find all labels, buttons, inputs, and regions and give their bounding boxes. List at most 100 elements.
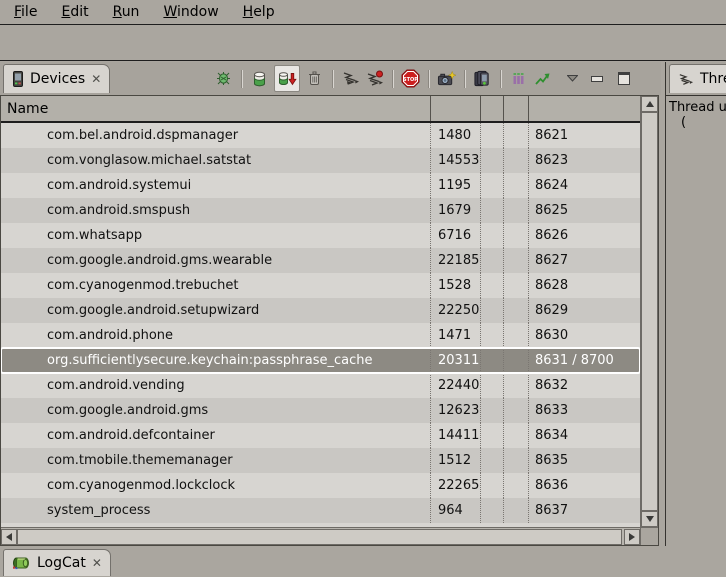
table-row[interactable]: com.google.android.gms126238633	[1, 398, 640, 423]
device-phone-icon	[12, 71, 24, 87]
cell-port: 8637	[529, 498, 640, 523]
horizontal-scroll-thumb[interactable]	[17, 529, 622, 545]
cell-c4	[504, 423, 529, 448]
column-header-port[interactable]	[529, 96, 640, 121]
threads-tabbar: Threads	[666, 62, 726, 95]
cell-port: 8623	[529, 148, 640, 173]
column-header-4[interactable]	[504, 96, 529, 121]
cell-pid: 20311	[431, 348, 481, 373]
cell-c4	[504, 248, 529, 273]
table-row[interactable]: com.android.vending224408632	[1, 373, 640, 398]
gc-icon[interactable]	[305, 68, 324, 89]
dump-hprof-icon[interactable]	[274, 65, 300, 92]
method-profiling-icon[interactable]	[365, 68, 384, 89]
cell-c3	[481, 423, 504, 448]
menu-item-file[interactable]: File	[2, 4, 49, 20]
cell-pid: 22185	[431, 248, 481, 273]
table-row[interactable]: system_process9648637	[1, 498, 640, 523]
minimize-icon[interactable]	[591, 76, 603, 82]
cell-port: 8626	[529, 223, 640, 248]
cell-c4	[504, 373, 529, 398]
logcat-icon	[12, 556, 31, 570]
view-hierarchy-icon[interactable]	[473, 68, 492, 89]
cell-c4	[504, 398, 529, 423]
scroll-down-icon[interactable]	[641, 511, 658, 527]
bottom-tab-strip: LogCat ✕	[0, 546, 726, 577]
cell-port: 8632	[529, 373, 640, 398]
cell-name: com.android.defcontainer	[1, 423, 431, 448]
scroll-right-icon[interactable]	[624, 529, 640, 545]
debug-attach-icon[interactable]	[214, 68, 233, 89]
opengl-trace-icon[interactable]	[533, 68, 552, 89]
close-icon[interactable]: ✕	[92, 557, 102, 569]
cell-name: com.tmobile.thememanager	[1, 448, 431, 473]
cell-pid: 964	[431, 498, 481, 523]
cell-c4	[504, 148, 529, 173]
table-row[interactable]: com.tmobile.thememanager15128635	[1, 448, 640, 473]
stop-icon[interactable]: STOP	[401, 68, 420, 89]
svg-text:STOP: STOP	[403, 77, 418, 83]
close-icon[interactable]: ✕	[91, 73, 101, 85]
table-row[interactable]: com.android.smspush16798625	[1, 198, 640, 223]
scroll-left-icon[interactable]	[1, 529, 17, 545]
menu-item-help[interactable]: Help	[231, 4, 287, 20]
threads-message-line1: Thread up	[666, 100, 726, 115]
tab-threads[interactable]: Threads	[669, 64, 726, 93]
cell-c4	[504, 123, 529, 148]
cell-name: com.google.android.setupwizard	[1, 298, 431, 323]
heap-update-icon[interactable]	[250, 68, 269, 89]
cell-port: 8629	[529, 298, 640, 323]
cell-c3	[481, 248, 504, 273]
table-row[interactable]: com.android.systemui11958624	[1, 173, 640, 198]
cell-c4	[504, 473, 529, 498]
view-menu-icon[interactable]	[567, 75, 578, 82]
devices-view: Devices ✕	[0, 62, 661, 546]
horizontal-scrollbar[interactable]	[1, 527, 640, 545]
cell-port: 8628	[529, 273, 640, 298]
cell-port: 8633	[529, 398, 640, 423]
vertical-scroll-thumb[interactable]	[641, 112, 658, 511]
cell-port: 8631 / 8700	[529, 348, 640, 373]
empty-toolbar-strip	[0, 26, 726, 61]
screenshot-icon[interactable]	[437, 68, 456, 89]
menu-item-edit[interactable]: Edit	[49, 4, 100, 20]
table-row-selected[interactable]: org.sufficientlysecure.keychain:passphra…	[1, 348, 640, 373]
vertical-scrollbar[interactable]	[640, 96, 658, 527]
tab-threads-label: Threads	[700, 71, 726, 87]
table-row[interactable]: com.cyanogenmod.trebuchet1528 8628	[1, 273, 640, 298]
cell-pid: 1528	[431, 273, 481, 298]
column-header-3[interactable]	[481, 96, 504, 121]
scroll-up-icon[interactable]	[641, 96, 658, 112]
cell-pid: 1480	[431, 123, 481, 148]
column-header-name[interactable]: Name	[1, 96, 431, 121]
table-row[interactable]: com.bel.android.dspmanager14808621	[1, 123, 640, 148]
cell-pid: 14553	[431, 148, 481, 173]
table-row[interactable]: com.whatsapp67168626	[1, 223, 640, 248]
cell-pid: 1195	[431, 173, 481, 198]
table-row[interactable]: com.google.android.gms.wearable221858627	[1, 248, 640, 273]
scrollbar-corner	[640, 527, 658, 545]
maximize-icon[interactable]	[618, 72, 630, 85]
device-rows: com.bel.android.dspmanager14808621com.vo…	[1, 123, 640, 527]
cell-name: com.whatsapp	[1, 223, 431, 248]
menu-item-window[interactable]: Window	[151, 4, 230, 20]
tab-devices[interactable]: Devices ✕	[3, 64, 110, 93]
menu-item-run[interactable]: Run	[101, 4, 152, 20]
table-row[interactable]: com.android.phone14718630	[1, 323, 640, 348]
cell-name: com.cyanogenmod.trebuchet	[1, 273, 431, 298]
systrace-icon[interactable]	[509, 68, 528, 89]
table-row[interactable]: com.vonglasow.michael.satstat145538623	[1, 148, 640, 173]
table-row[interactable]: com.android.defcontainer144118634	[1, 423, 640, 448]
toolbar-separator	[428, 70, 429, 88]
table-row[interactable]: com.google.android.setupwizard222508629	[1, 298, 640, 323]
cell-c4	[504, 173, 529, 198]
cell-port: 8636	[529, 473, 640, 498]
cell-c3	[481, 398, 504, 423]
column-header-pid[interactable]	[431, 96, 481, 121]
cell-name: com.cyanogenmod.lockclock	[1, 473, 431, 498]
threads-message: Thread up (	[666, 95, 726, 546]
tab-logcat[interactable]: LogCat ✕	[3, 549, 111, 576]
update-threads-icon[interactable]	[341, 68, 360, 89]
tab-logcat-label: LogCat	[37, 555, 86, 571]
table-row[interactable]: com.cyanogenmod.lockclock222658636	[1, 473, 640, 498]
